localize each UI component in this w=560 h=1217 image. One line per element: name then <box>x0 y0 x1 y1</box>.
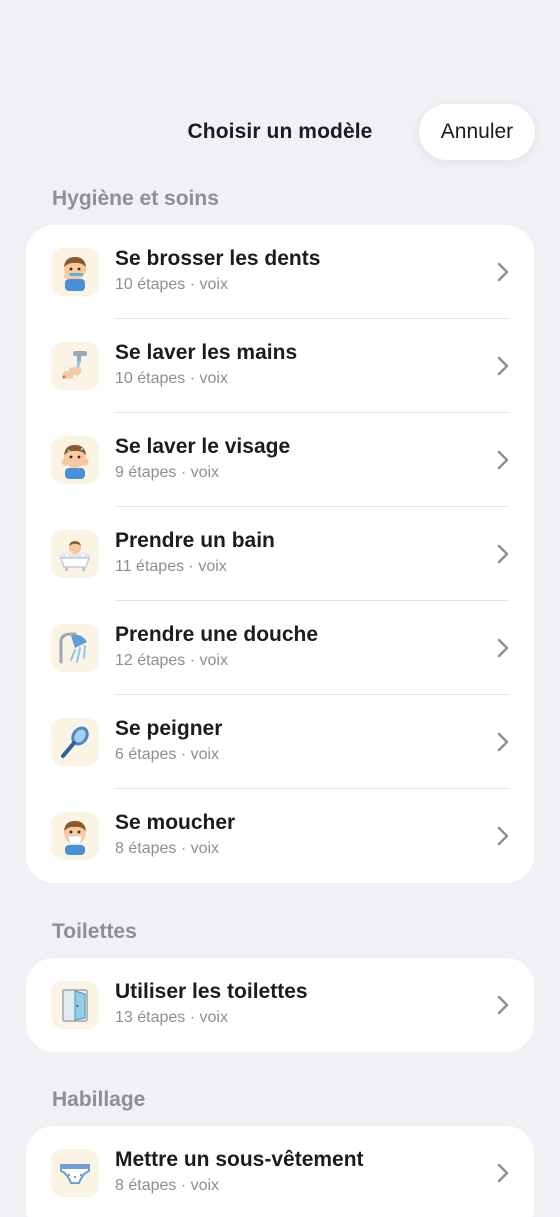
chevron-right-icon <box>497 450 509 470</box>
item-subtitle: 10 étapes · voix <box>115 276 228 293</box>
section-header-hygiene: Hygiène et soins <box>52 187 219 210</box>
chevron-right-icon <box>497 1163 509 1183</box>
face-wash-icon <box>51 436 99 484</box>
hairbrush-icon <box>51 718 99 766</box>
nav-bar: Choisir un modèle Annuler <box>0 104 560 162</box>
tissue-nose-icon <box>51 812 99 860</box>
template-picker-screen: Choisir un modèle Annuler Hygiène et soi… <box>0 0 560 1217</box>
list-item[interactable]: Mettre un sous-vêtement 8 étapes · voix <box>26 1126 534 1217</box>
list-item[interactable]: Utiliser les toilettes 13 étapes · voix <box>26 958 534 1052</box>
list-item[interactable]: Se laver les mains 10 étapes · voix <box>26 319 534 413</box>
shower-icon <box>51 624 99 672</box>
item-title: Se peigner <box>115 717 223 740</box>
item-title: Prendre une douche <box>115 623 319 646</box>
item-title: Se moucher <box>115 811 236 834</box>
list-item[interactable]: Prendre un bain 11 étapes · voix <box>26 507 534 601</box>
section-card-hygiene: Se brosser les dents 10 étapes · voix Se… <box>26 225 534 883</box>
list-item[interactable]: Se brosser les dents 10 étapes · voix <box>26 225 534 319</box>
chevron-right-icon <box>497 356 509 376</box>
section-header-toilettes: Toilettes <box>52 920 137 943</box>
item-subtitle: 6 étapes · voix <box>115 746 220 763</box>
item-subtitle: 8 étapes · voix <box>115 840 220 857</box>
item-subtitle: 9 étapes · voix <box>115 464 220 481</box>
list-item[interactable]: Se laver le visage 9 étapes · voix <box>26 413 534 507</box>
chevron-right-icon <box>497 544 509 564</box>
item-subtitle: 12 étapes · voix <box>115 652 228 669</box>
section-header-habillage: Habillage <box>52 1088 146 1111</box>
chevron-right-icon <box>497 638 509 658</box>
item-title: Prendre un bain <box>115 529 275 552</box>
chevron-right-icon <box>497 826 509 846</box>
section-card-toilettes: Utiliser les toilettes 13 étapes · voix <box>26 958 534 1052</box>
list-item[interactable]: Se moucher 8 étapes · voix <box>26 789 534 883</box>
item-subtitle: 8 étapes · voix <box>115 1177 220 1194</box>
chevron-right-icon <box>497 995 509 1015</box>
list-item[interactable]: Se peigner 6 étapes · voix <box>26 695 534 789</box>
toilet-door-icon <box>51 981 99 1029</box>
item-title: Se brosser les dents <box>115 247 321 270</box>
section-card-habillage: Mettre un sous-vêtement 8 étapes · voix <box>26 1126 534 1217</box>
item-subtitle: 10 étapes · voix <box>115 370 228 387</box>
list-item[interactable]: Prendre une douche 12 étapes · voix <box>26 601 534 695</box>
item-title: Mettre un sous-vêtement <box>115 1148 364 1171</box>
item-subtitle: 11 étapes · voix <box>115 558 227 575</box>
toothbrush-child-icon <box>51 248 99 296</box>
item-title: Utiliser les toilettes <box>115 980 308 1003</box>
bathtub-icon <box>51 530 99 578</box>
cancel-button[interactable]: Annuler <box>419 104 535 160</box>
handwash-icon <box>51 342 99 390</box>
item-subtitle: 13 étapes · voix <box>115 1009 228 1026</box>
underwear-icon <box>51 1149 99 1197</box>
chevron-right-icon <box>497 262 509 282</box>
item-title: Se laver le visage <box>115 435 291 458</box>
item-title: Se laver les mains <box>115 341 298 364</box>
chevron-right-icon <box>497 732 509 752</box>
